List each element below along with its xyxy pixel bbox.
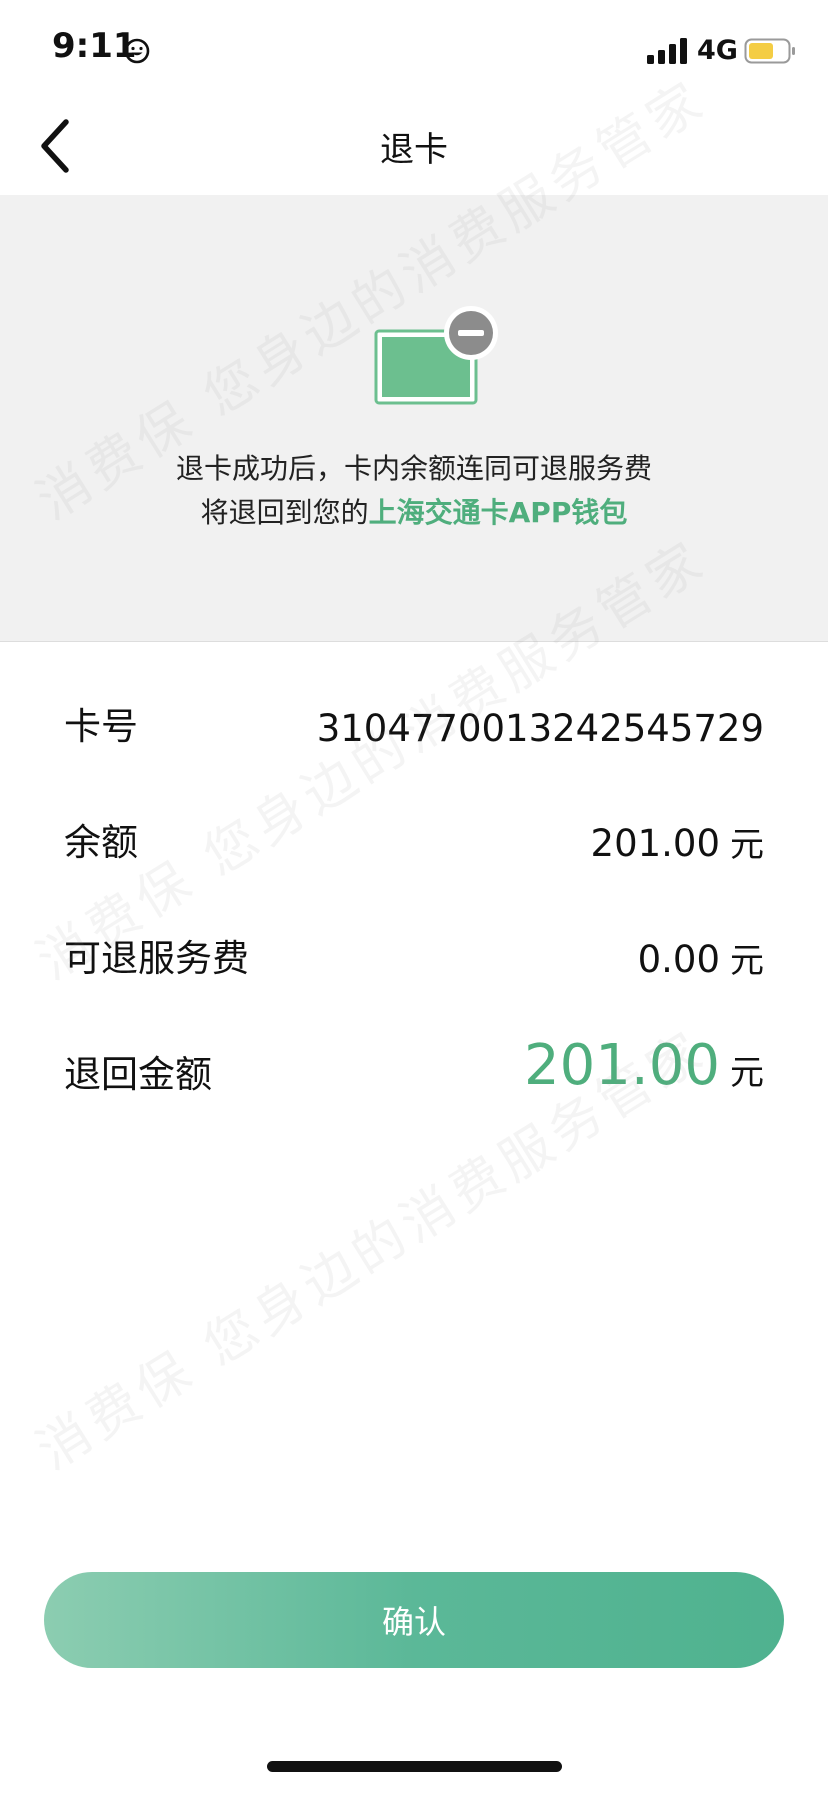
currency-unit: 元 <box>730 1053 764 1093</box>
nav-bar: 退卡 <box>0 100 828 195</box>
refund-amount-label: 退回金额 <box>64 1053 212 1096</box>
page-title: 退卡 <box>380 130 448 170</box>
info-text-line-2: 将退回到您的上海交通卡APP钱包 <box>0 491 828 531</box>
balance-row: 余额 201.00 元 <box>64 796 764 876</box>
card-number-row: 卡号 3104770013242545729 <box>64 680 764 760</box>
battery-icon <box>744 38 795 64</box>
currency-unit: 元 <box>730 825 764 865</box>
refund-amount-value: 201.00 <box>524 1033 720 1098</box>
refund-amount: 201.00 元 <box>524 1033 764 1098</box>
confirm-button[interactable]: 确认 <box>44 1572 784 1668</box>
refundable-fee-amount: 0.00 元 <box>638 933 764 982</box>
info-text-line-1: 退卡成功后，卡内余额连同可退服务费 <box>175 452 652 485</box>
card-number-value: 3104770013242545729 <box>316 707 764 750</box>
refund-amount-row: 退回金额 201.00 元 <box>64 1028 764 1108</box>
refundable-fee-value: 0.00 <box>637 938 720 981</box>
balance-label: 余额 <box>64 821 138 864</box>
card-number-label: 卡号 <box>64 705 138 748</box>
signal-icon <box>647 38 687 64</box>
balance-value: 201.00 <box>590 822 720 865</box>
info-panel: 退卡成功后，卡内余额连同可退服务费 将退回到您的上海交通卡APP钱包 <box>0 195 828 642</box>
refundable-fee-row: 可退服务费 0.00 元 <box>64 912 764 992</box>
wallet-highlight: 上海交通卡APP钱包 <box>368 496 628 529</box>
status-bar: 9:11 4G <box>0 0 828 100</box>
card-minus-icon <box>374 306 498 405</box>
balance-amount: 201.00 元 <box>591 817 764 866</box>
home-indicator <box>267 1761 562 1772</box>
refundable-fee-label: 可退服务费 <box>64 937 249 980</box>
currency-unit: 元 <box>730 941 764 981</box>
info-text-prefix: 将退回到您的 <box>200 496 369 529</box>
smiley-icon <box>124 38 150 64</box>
network-label: 4G <box>697 35 738 66</box>
